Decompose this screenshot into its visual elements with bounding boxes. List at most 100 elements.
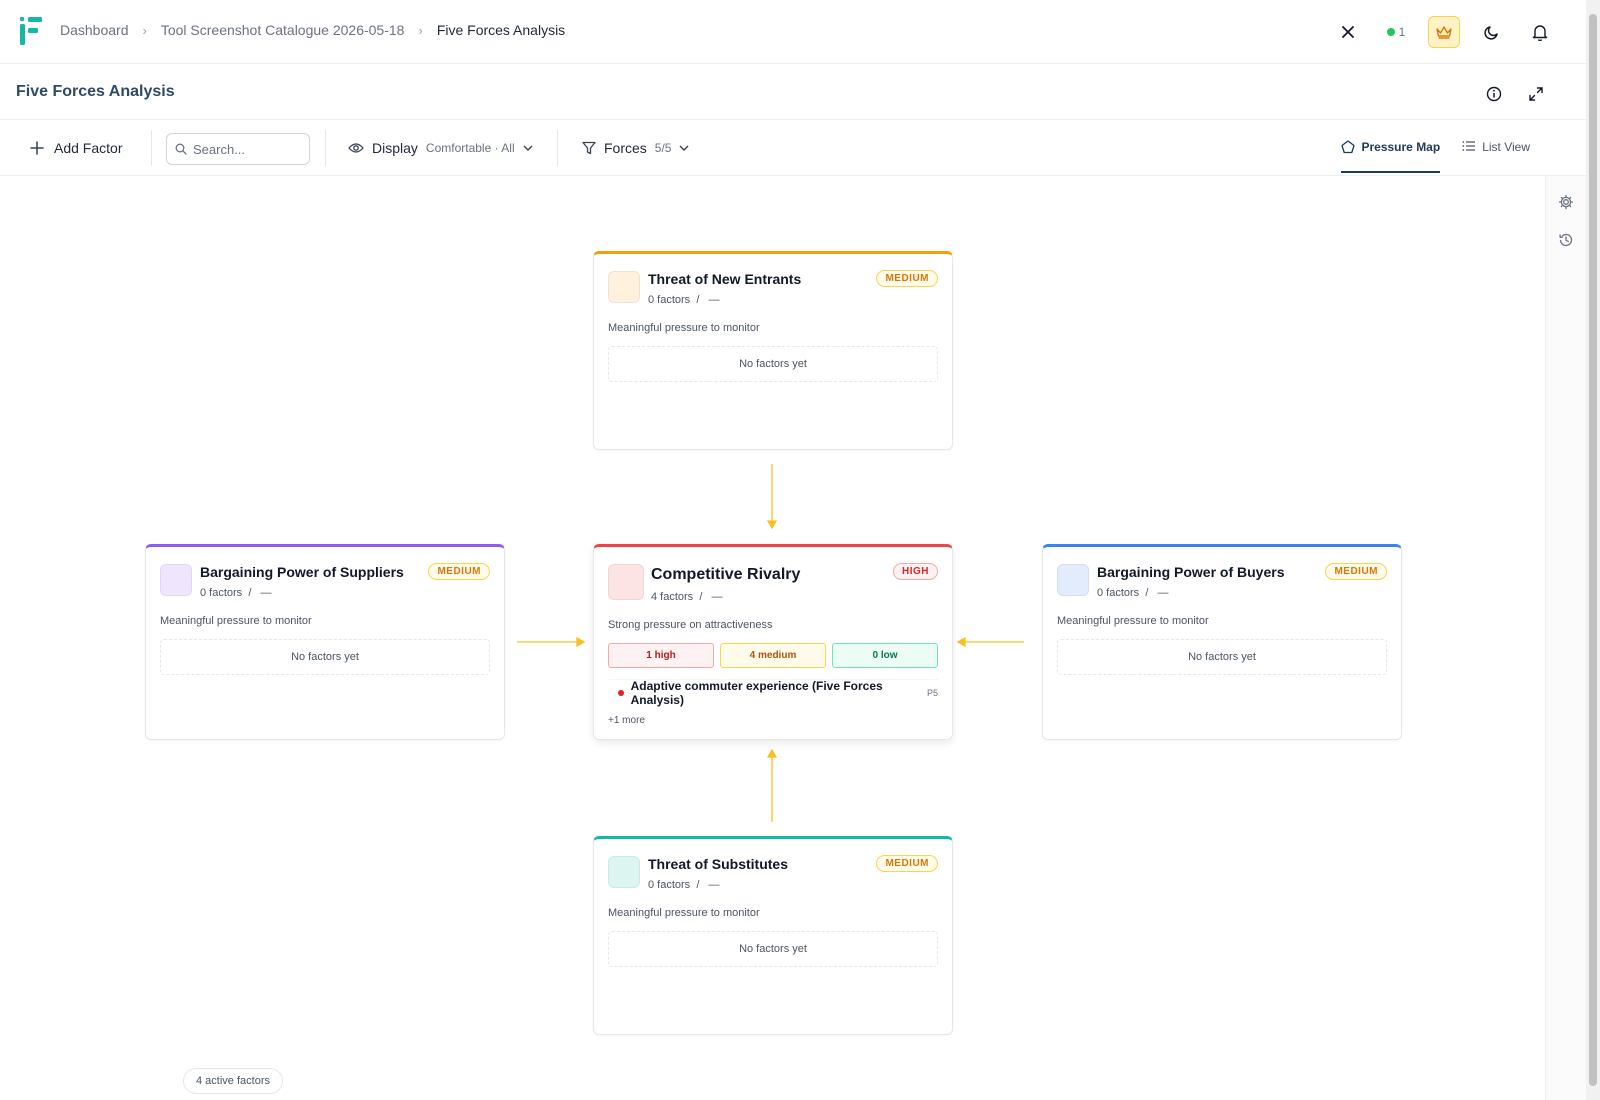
factor-priority-tag: P5 [926,687,938,698]
expand-button[interactable] [1520,78,1552,110]
upgrade-button[interactable] [1428,16,1460,48]
force-card-substitutes[interactable]: Threat of Substitutes 0 factors / — MEDI… [593,836,953,1035]
count-slash: / [248,587,252,599]
force-level-badge: MEDIUM [1325,563,1387,580]
arrowhead-suppliers [576,636,586,648]
close-button[interactable] [1332,16,1364,48]
info-button[interactable] [1478,78,1510,110]
moon-icon [1484,26,1498,40]
factor-title: Adaptive commuter experience (Five Force… [630,678,883,707]
app-logo[interactable] [20,17,42,45]
count-slash: / [1145,587,1149,599]
forces-label: Forces [604,140,647,156]
force-card-rivalry[interactable]: Competitive Rivalry 4 factors / — HIGH S… [593,544,953,740]
arrowhead-new-entrants [766,520,778,530]
factor-item[interactable]: Adaptive commuter experience (Five Force… [608,678,938,707]
page-scrollbar[interactable] [1586,0,1600,1100]
tab-list-view[interactable]: List View [1462,132,1530,176]
factor-count: 0 factors [648,294,691,306]
list-icon [1462,141,1476,151]
search-box[interactable] [166,133,310,165]
close-icon [1342,26,1354,38]
count-slash: / [696,294,700,306]
pentagon-icon [1341,140,1356,154]
factor-count: 4 factors [651,591,694,603]
expand-icon [1529,87,1543,101]
severity-chips: 1 high 4 medium 0 low [608,643,938,668]
toolbar: Add Factor Display Comfortable · All For… [0,120,1586,176]
settings-button[interactable] [1554,190,1578,214]
force-swatch [160,564,192,596]
force-card-suppliers[interactable]: Bargaining Power of Suppliers 0 factors … [145,544,505,740]
force-title: Bargaining Power of Buyers [1097,564,1285,580]
chevron-down-icon [679,145,689,151]
force-title: Threat of New Entrants [648,271,802,287]
force-description: Meaningful pressure to monitor [608,907,760,919]
search-input[interactable] [193,141,303,157]
forces-filter-dropdown[interactable]: Forces 5/5 [582,134,689,162]
top-actions: 1 [1332,16,1556,48]
force-card-new-entrants[interactable]: Threat of New Entrants 0 factors / — MED… [593,251,953,450]
chevron-right-icon: › [142,22,147,38]
history-button[interactable] [1554,228,1578,252]
chevron-right-icon: › [418,22,423,38]
online-indicator[interactable]: 1 [1380,25,1412,39]
force-level-badge: MEDIUM [428,563,490,580]
force-level-badge: HIGH [893,563,938,580]
medium-count-chip[interactable]: 4 medium [720,643,826,668]
force-count: 0 factors / — [648,879,720,891]
breadcrumb-catalogue[interactable]: Tool Screenshot Catalogue 2026-05-18 [161,22,405,38]
force-swatch [1057,564,1089,596]
breadcrumb: Dashboard › Tool Screenshot Catalogue 20… [60,22,565,38]
info-icon [1486,86,1502,102]
force-title: Bargaining Power of Suppliers [200,564,404,580]
more-factors-link[interactable]: +1 more [608,715,645,726]
factor-count: 0 factors [1097,587,1140,599]
display-label: Display [372,140,418,156]
factor-count: 0 factors [200,587,243,599]
theme-toggle-button[interactable] [1476,16,1508,48]
top-bar: Dashboard › Tool Screenshot Catalogue 20… [0,0,1586,64]
tab-pressure-map-label: Pressure Map [1361,140,1441,154]
low-count-chip[interactable]: 0 low [832,643,938,668]
empty-factors: No factors yet [1057,639,1387,675]
force-level-badge: MEDIUM [876,270,938,287]
high-severity-dot [618,689,624,696]
force-description: Meaningful pressure to monitor [160,615,312,627]
display-dropdown[interactable]: Display Comfortable · All [348,134,533,162]
force-swatch [608,271,640,303]
add-factor-label: Add Factor [54,140,123,156]
arrowhead-substitutes [766,748,778,758]
empty-factors: No factors yet [608,346,938,382]
force-count: 0 factors / — [200,587,272,599]
count-dash: — [708,879,720,891]
force-title: Threat of Substitutes [648,856,789,872]
plus-icon [30,141,44,155]
force-title: Competitive Rivalry [651,566,801,583]
force-description: Strong pressure on attractiveness [608,619,773,631]
empty-factors: No factors yet [160,639,490,675]
tab-pressure-map[interactable]: Pressure Map [1341,132,1441,173]
empty-factors: No factors yet [608,931,938,967]
search-icon [175,143,187,155]
toolbar-divider [151,130,152,166]
count-dash: — [708,294,720,306]
count-dash: — [260,587,272,599]
display-value: Comfortable · All [425,141,515,155]
force-swatch [608,856,640,888]
count-dash: — [711,591,723,603]
title-actions [1478,78,1552,110]
notifications-button[interactable] [1524,16,1556,48]
active-factors-pill: 4 active factors [183,1068,283,1094]
high-count-chip[interactable]: 1 high [608,643,714,668]
add-factor-button[interactable]: Add Factor [30,134,122,162]
toolbar-divider [325,130,326,166]
force-card-buyers[interactable]: Bargaining Power of Buyers 0 factors / —… [1042,544,1402,740]
scrollbar-thumb[interactable] [1589,14,1597,1086]
online-dot [1386,28,1395,36]
breadcrumb-dashboard[interactable]: Dashboard [60,22,129,38]
chevron-down-icon [523,145,533,151]
tab-list-view-label: List View [1482,140,1530,154]
count-dash: — [1157,587,1169,599]
force-level-badge: MEDIUM [876,855,938,872]
